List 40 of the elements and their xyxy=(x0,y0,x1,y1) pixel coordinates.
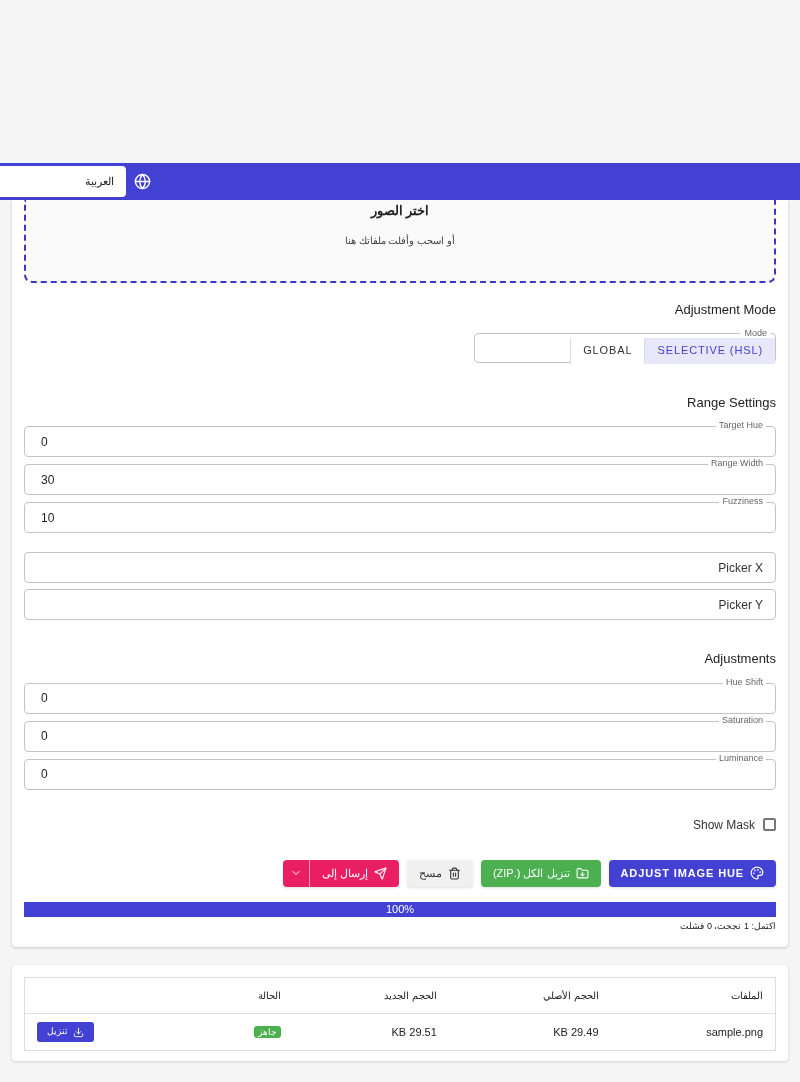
mode-option[interactable]: GLOBAL xyxy=(570,337,645,364)
table-cell: sample.png xyxy=(610,1013,776,1051)
download-icon xyxy=(73,1026,84,1038)
download-button[interactable]: تنزيل xyxy=(37,1022,94,1042)
section-heading: Adjustment Mode xyxy=(674,301,776,319)
field-label: Mode xyxy=(743,328,768,338)
status-text: اكتمل: 1 نجحت، 0 فشلت xyxy=(680,919,776,933)
adjust-hue-button[interactable]: ADJUST IMAGE HUE xyxy=(608,859,776,887)
send-icon xyxy=(373,866,387,880)
field-label: Saturation xyxy=(718,715,766,725)
trash-icon xyxy=(447,866,461,880)
field-label: Target Hue xyxy=(715,421,766,430)
column-header: الحالة xyxy=(189,977,294,1014)
field-label: Luminance xyxy=(715,753,766,763)
section-heading: Adjustments xyxy=(704,650,776,668)
mode-option[interactable]: SELECTIVE (HSL) xyxy=(644,337,775,364)
language-select[interactable]: العربية xyxy=(0,166,126,197)
section-heading: Range Settings xyxy=(687,393,776,412)
text-field[interactable]: Picker X xyxy=(24,552,776,583)
status-badge: جاهز xyxy=(254,1026,282,1039)
checkbox-label: Show Mask xyxy=(692,816,755,834)
text-field[interactable]: Picker Y xyxy=(24,589,776,620)
folder-download-icon xyxy=(575,866,589,880)
column-header: الحجم الجديد xyxy=(293,977,449,1014)
globe-icon[interactable] xyxy=(134,173,151,190)
dropzone-hint: أو اسحب وأفلت ملفاتك هنا xyxy=(344,233,456,248)
field-label: Fuzziness xyxy=(719,497,766,506)
palette-icon xyxy=(750,866,764,880)
table-cell: 29.51 KB xyxy=(293,1013,449,1051)
send-to-button[interactable]: إرسال إلى xyxy=(309,859,399,887)
dropzone-title: اختر الصور xyxy=(370,202,430,221)
dropzone[interactable]: اختر الصور أو اسحب وأفلت ملفاتك هنا xyxy=(24,200,776,283)
field-label: Range Width xyxy=(707,459,766,468)
field-label: Hue Shift xyxy=(722,677,766,687)
column-header: الملفات xyxy=(610,977,776,1014)
show-mask-checkbox[interactable] xyxy=(763,818,776,831)
table-cell: 29.49 KB xyxy=(448,1013,611,1051)
column-header: الحجم الأصلي xyxy=(448,977,611,1014)
progress-reading: 100% xyxy=(384,901,416,917)
clear-button[interactable]: مسح xyxy=(406,859,473,887)
